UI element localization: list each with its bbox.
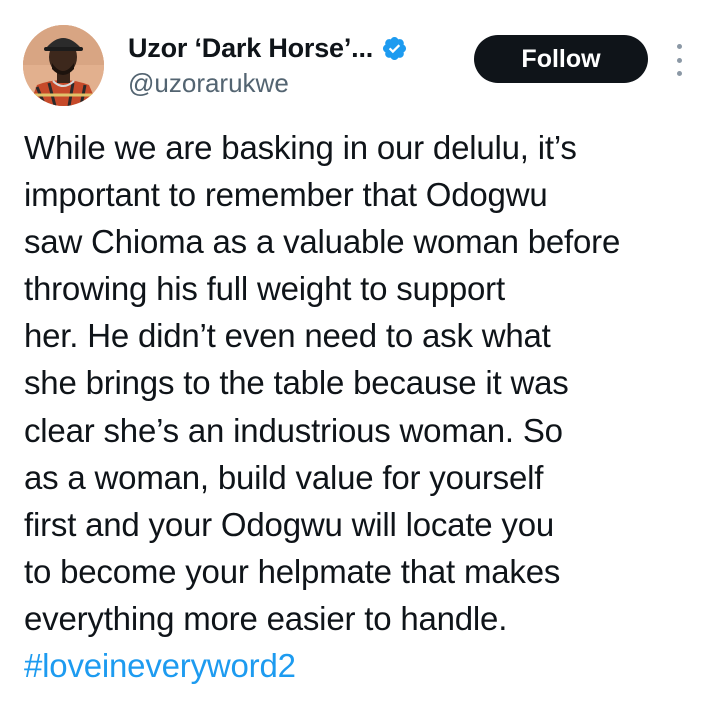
follow-button[interactable]: Follow [474, 35, 648, 83]
tweet-text-line: first and your Odogwu will locate you [24, 505, 555, 543]
more-vertical-icon[interactable] [671, 44, 687, 76]
tweet-text-line: clear she’s an industrious woman. So [24, 411, 563, 449]
tweet-text-line: to become your helpmate that makes [24, 552, 561, 590]
more-dot [676, 44, 682, 49]
more-dot [676, 71, 682, 76]
tweet-text-line: her. He didn’t even need to ask what [24, 317, 551, 355]
tweet-text-line: throwing his full weight to support [24, 270, 505, 308]
tweet-text-line: she brings to the table because it was [24, 364, 569, 402]
avatar-image [23, 25, 104, 106]
tweet-text: While we are basking in our delulu, it’s… [24, 124, 704, 689]
tweet-text-line: as a woman, build value for yourself [24, 458, 544, 496]
more-dot [676, 57, 682, 63]
tweet-text-line: important to remember that Odogwu [24, 176, 548, 214]
tweet-text-line: saw Chioma as a valuable woman before [24, 223, 621, 261]
tweet-text-line: everything more easier to handle. [24, 599, 508, 637]
author-handle[interactable]: @uzorarukwe [128, 68, 289, 99]
tweet-card: Uzor ‘Dark Horse’... @uzorarukwe Follow … [0, 0, 720, 702]
author-name-row[interactable]: Uzor ‘Dark Horse’... [128, 30, 408, 66]
tweet-text-line: While we are basking in our delulu, it’s [24, 129, 577, 166]
hashtag-link[interactable]: #loveineveryword2 [24, 642, 704, 689]
verified-badge-icon [383, 36, 407, 60]
author-display-name[interactable]: Uzor ‘Dark Horse’... [128, 33, 373, 64]
avatar[interactable] [23, 25, 104, 106]
